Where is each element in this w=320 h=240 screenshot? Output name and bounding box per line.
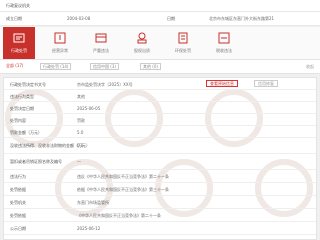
list-row: 处罚决定日期 2025-06-05 <box>4 102 316 114</box>
row-label: 违法行为类型 <box>10 94 34 99</box>
row-label: 处罚机关 <box>10 200 26 205</box>
row-label: 暂扣或者吊销证照名称及编号 <box>10 159 62 164</box>
tab-label: 经营异常 <box>52 48 68 53</box>
row-label: 处罚依据 <box>10 213 26 218</box>
tab-label: 股权出质 <box>134 48 150 53</box>
list-row: 处罚机关 东直门市场监管所 <box>4 196 316 209</box>
info-row-date: 成立日期 2004-03-08 日期 北京市东城区东直门外大街东路第21 <box>0 12 320 26</box>
tab-abnormal[interactable]: 经营异常 <box>44 27 76 59</box>
filter-admin-penalty[interactable]: 行政处罚 (14) <box>40 63 72 70</box>
tab-label: 环保处罚 <box>175 48 191 53</box>
row-label: 处罚决定日期 <box>10 106 34 111</box>
blacklist-icon <box>95 33 107 43</box>
document-icon <box>178 32 188 44</box>
category-tabs: 行政处罚 经营异常 严重违法 股权出质 环保处罚 税收违法 <box>0 27 320 60</box>
list-row: 处罚依据 依据《中华人民共和国反不正当竞争法》第三十一条 <box>4 183 316 196</box>
tab-label: 税收违法 <box>216 48 232 53</box>
list-row: 没收违法所得、没收非法财物的金额（万元） 0.0 <box>4 138 316 154</box>
tab-equity-pledge[interactable]: 股权出质 <box>126 27 158 59</box>
list-row: 行政处罚决定书文号 京市监处罚决字〔2025〕XX号 查看原始信息 信用修复 <box>4 78 316 90</box>
filter-other[interactable]: 其他 (0) <box>140 63 161 70</box>
info-row-authority: 行政复议机关 <box>0 0 320 12</box>
row-value: 0.0 <box>77 143 84 148</box>
established-date-value: 2004-03-08 <box>67 16 91 21</box>
row-label: 公示日期 <box>10 226 26 231</box>
row-label: 罚款金额（万元） <box>10 130 42 135</box>
row-label: 行政处罚决定书文号 <box>10 82 46 87</box>
row-label: 处罚内容 <box>10 118 26 123</box>
row-value: — <box>77 159 81 164</box>
established-date-label: 成立日期 <box>6 16 22 21</box>
filter-bar: 全部 (17) 行政处罚 (14) 信用中国 (3) 其他 (0) 收起 <box>0 60 320 74</box>
row-value: 罚款 <box>77 118 85 123</box>
gavel-icon <box>13 33 25 43</box>
row-value: 2025-06-12 <box>77 226 101 231</box>
address-value: 北京市东城区东直门外大街东路第21 <box>209 16 275 21</box>
tab-env-penalty[interactable]: 环保处罚 <box>167 27 199 59</box>
tax-icon <box>218 32 230 44</box>
row-value: 京市监处罚决字〔2025〕XX号 <box>77 82 133 87</box>
row-value: 东直门市场监管所 <box>77 200 109 205</box>
view-original-button[interactable]: 查看原始信息 <box>206 80 238 87</box>
row-value: 其他 <box>77 94 85 99</box>
row-value: 5.0 <box>77 130 84 135</box>
row-label: 违法行为 <box>10 174 26 179</box>
list-row: 罚款金额（万元） 5.0 <box>4 126 316 138</box>
stamp-icon <box>137 32 147 44</box>
filter-credit-china[interactable]: 信用中国 (3) <box>90 63 119 70</box>
list-row: 违法行为 违反《中华人民共和国反不正当竞争法》第二十一条 <box>4 170 316 183</box>
authority-label: 行政复议机关 <box>6 3 30 8</box>
list-row: 处罚依据 《中华人民共和国反不正当竞争法》第二十一条 <box>4 209 316 222</box>
credit-repair-button[interactable]: 信用修复 <box>254 80 278 87</box>
tab-label: 行政处罚 <box>11 48 27 53</box>
address-label: 日期 <box>167 16 175 21</box>
collapse-toggle[interactable]: 收起 <box>306 64 314 70</box>
tab-penalty[interactable]: 行政处罚 <box>3 27 35 59</box>
row-value: 违反《中华人民共和国反不正当竞争法》第二十一条 <box>77 174 169 179</box>
tab-serious-violation[interactable]: 严重违法 <box>85 27 117 59</box>
list-row: 违法行为类型 其他 <box>4 90 316 102</box>
row-value: 依据《中华人民共和国反不正当竞争法》第三十一条 <box>77 187 169 192</box>
penalty-detail-list: 行政处罚决定书文号 京市监处罚决字〔2025〕XX号 查看原始信息 信用修复 违… <box>3 77 317 240</box>
row-value: 2025-06-05 <box>77 106 101 111</box>
list-row: 暂扣或者吊销证照名称及编号 — <box>4 154 316 170</box>
row-value: 《中华人民共和国反不正当竞争法》第二十一条 <box>77 213 161 218</box>
tab-tax-violation[interactable]: 税收违法 <box>208 27 240 59</box>
warning-icon <box>54 32 66 44</box>
tab-label: 严重违法 <box>93 48 109 53</box>
list-row: 公示日期 2025-06-12 <box>4 222 316 235</box>
filter-all[interactable]: 全部 (17) <box>4 63 26 70</box>
list-row: 处罚内容 罚款 <box>4 114 316 126</box>
row-label: 处罚依据 <box>10 187 26 192</box>
